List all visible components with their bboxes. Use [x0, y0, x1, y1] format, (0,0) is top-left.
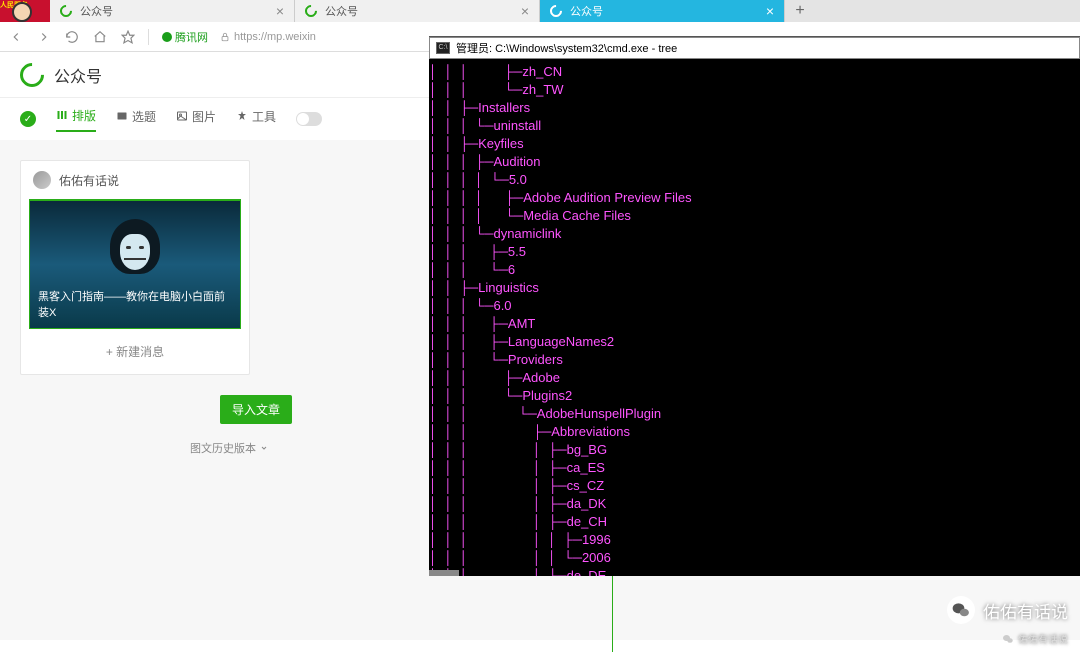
new-tab-button[interactable]: + [785, 0, 815, 22]
cmd-window[interactable]: C:\ 管理员: C:\Windows\system32\cmd.exe - t… [429, 36, 1080, 576]
tool-tools[interactable]: 工具 [236, 108, 276, 131]
import-article-button[interactable]: 导入文章 [220, 395, 292, 424]
toggle-switch[interactable] [296, 112, 322, 126]
close-icon[interactable]: × [521, 3, 529, 19]
article-card[interactable]: 佑佑有话说 黑客入门指南——教你在电脑小白面前装X + 新建消息 [20, 160, 250, 375]
tool-icon [236, 110, 248, 122]
watermark-small: 佑佑有话说 [1002, 631, 1068, 646]
wechat-icon [303, 3, 320, 20]
tab-label: 公众号 [570, 3, 603, 19]
lock-icon [220, 32, 230, 42]
new-message-button[interactable]: + 新建消息 [21, 329, 249, 374]
divider-line [612, 576, 613, 652]
watermark: 佑佑有话说 [947, 596, 1068, 624]
back-button[interactable] [8, 29, 24, 45]
layout-icon [56, 109, 68, 121]
favorite-button[interactable] [120, 29, 136, 45]
wechat-bubble-icon [1002, 633, 1014, 645]
wechat-icon [58, 3, 75, 20]
page-title: 公众号 [54, 63, 102, 87]
hacker-mask-illustration [110, 219, 160, 279]
author-avatar-icon [33, 171, 51, 189]
chevron-down-icon [260, 444, 268, 452]
browser-tab-2[interactable]: 公众号 × [540, 0, 785, 22]
home-button[interactable] [92, 29, 108, 45]
image-icon [176, 110, 188, 122]
tool-layout[interactable]: 排版 [56, 107, 96, 132]
article-cover[interactable]: 黑客入门指南——教你在电脑小白面前装X [29, 199, 241, 329]
cmd-icon: C:\ [436, 42, 450, 54]
tool-topic[interactable]: 选题 [116, 108, 156, 131]
browser-tab-1[interactable]: 公众号 × [295, 0, 540, 22]
article-title: 黑客入门指南——教你在电脑小白面前装X [38, 288, 232, 320]
browser-tab-bar: 人民服务 公众号 × 公众号 × 公众号 × + [0, 0, 1080, 22]
reload-button[interactable] [64, 29, 80, 45]
check-icon: ✓ [20, 111, 36, 127]
cmd-titlebar[interactable]: C:\ 管理员: C:\Windows\system32\cmd.exe - t… [429, 37, 1080, 59]
close-icon[interactable]: × [276, 3, 284, 19]
topic-icon [116, 110, 128, 122]
cmd-scrollbar[interactable] [429, 570, 459, 576]
tab-label: 公众号 [80, 3, 113, 19]
forward-button[interactable] [36, 29, 52, 45]
url-text[interactable]: https://mp.weixin [220, 31, 316, 43]
browser-tab-0[interactable]: 公众号 × [50, 0, 295, 22]
wechat-icon [548, 3, 565, 20]
card-author: 佑佑有话说 [21, 161, 249, 199]
profile-avatar[interactable]: 人民服务 [0, 0, 50, 22]
tab-label: 公众号 [325, 3, 358, 19]
tencent-link[interactable]: 腾讯网 [161, 29, 208, 45]
wechat-bubble-icon [947, 596, 975, 624]
wechat-logo-icon [15, 58, 49, 92]
cmd-output: │ │ │ ├─zh_CN │ │ │ └─zh_TW │ │ ├─Instal… [429, 59, 1080, 576]
close-icon[interactable]: × [766, 3, 774, 19]
tool-image[interactable]: 图片 [176, 108, 216, 131]
